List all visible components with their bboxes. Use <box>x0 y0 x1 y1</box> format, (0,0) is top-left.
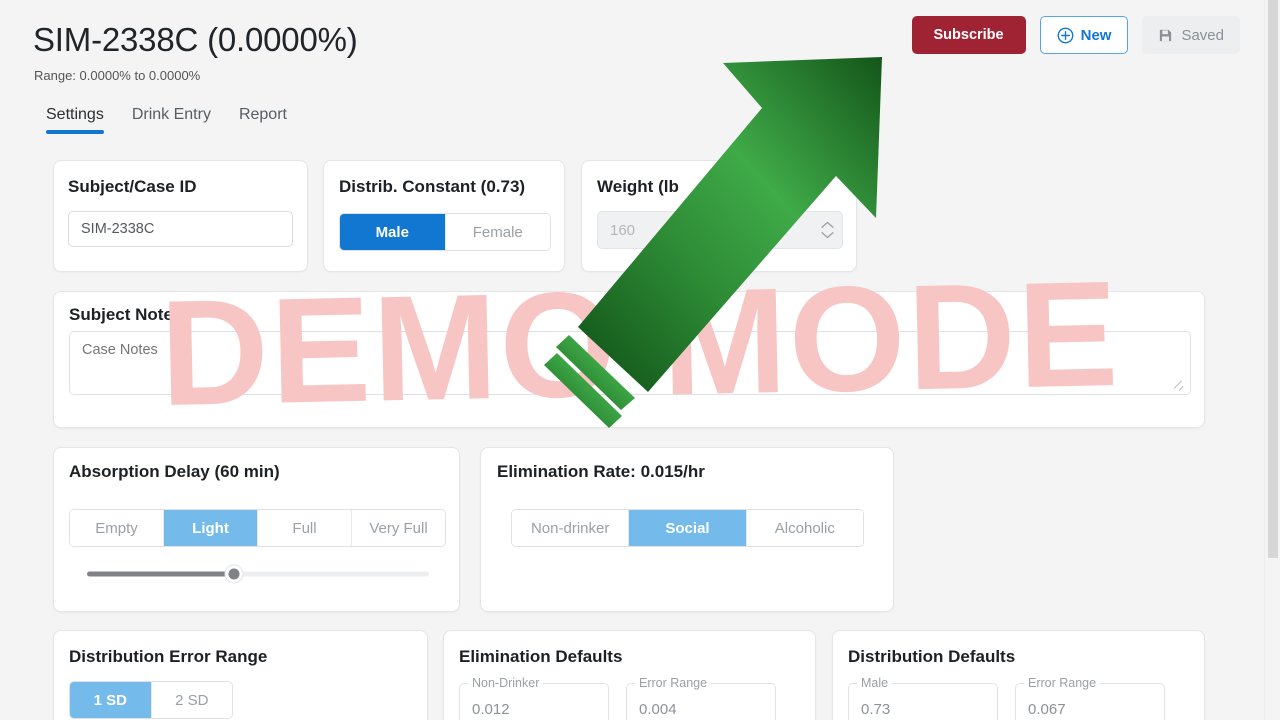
weight-input[interactable]: 160 <box>597 211 843 249</box>
saved-button-label: Saved <box>1181 26 1224 44</box>
distribution-defaults-title: Distribution Defaults <box>848 647 1016 666</box>
dist-male-value: 0.73 <box>861 701 891 718</box>
tab-drink-entry[interactable]: Drink Entry <box>132 106 211 134</box>
dist-male-label: Male <box>857 676 893 690</box>
drinker-option-alcoholic[interactable]: Alcoholic <box>746 510 863 546</box>
weight-stepper[interactable] <box>821 221 834 239</box>
drinker-option-social[interactable]: Social <box>629 510 747 546</box>
gender-segmented-control: Male Female <box>339 213 551 251</box>
absorption-delay-slider[interactable] <box>87 564 429 584</box>
elim-non-drinker-field[interactable]: Non-Drinker 0.012 <box>459 676 609 720</box>
sd-option-1sd[interactable]: 1 SD <box>70 682 152 718</box>
elim-error-range-field[interactable]: Error Range 0.004 <box>626 676 776 720</box>
elim-non-drinker-label: Non-Drinker <box>468 676 544 690</box>
new-button[interactable]: New <box>1039 16 1129 54</box>
absorption-option-light[interactable]: Light <box>164 510 258 546</box>
absorption-option-empty[interactable]: Empty <box>70 510 164 546</box>
elim-error-range-value: 0.004 <box>639 701 677 718</box>
dist-error-range-field[interactable]: Error Range 0.067 <box>1015 676 1165 720</box>
plus-circle-icon <box>1057 27 1074 44</box>
saved-button[interactable]: Saved <box>1142 16 1240 54</box>
dist-male-field[interactable]: Male 0.73 <box>848 676 998 720</box>
weight-value: 160 <box>610 221 636 239</box>
elimination-defaults-title: Elimination Defaults <box>459 647 623 666</box>
vertical-scrollbar-thumb[interactable] <box>1268 0 1278 558</box>
elimination-rate-title: Elimination Rate: 0.015/hr <box>497 462 705 481</box>
app-root: DEMO MODE SIM-2338C (0.0000%) Range: 0.0… <box>0 0 1280 720</box>
chevron-down-icon <box>821 232 834 239</box>
weight-card: Weight (lb 160 <box>581 160 857 272</box>
distribution-defaults-card: Distribution Defaults Male 0.73 Error Ra… <box>832 630 1205 720</box>
elimination-rate-card: Elimination Rate: 0.015/hr Non-drinker S… <box>480 447 894 612</box>
elim-error-range-label: Error Range <box>635 676 712 690</box>
sd-option-2sd[interactable]: 2 SD <box>151 682 232 718</box>
header-actions: Subscribe New Saved <box>911 16 1240 54</box>
distribution-error-range-card: Distribution Error Range 1 SD 2 SD <box>53 630 428 720</box>
elimination-defaults-card: Elimination Defaults Non-Drinker 0.012 E… <box>443 630 816 720</box>
subject-case-id-title: Subject/Case ID <box>68 177 197 196</box>
drinker-option-non-drinker[interactable]: Non-drinker <box>512 510 630 546</box>
distribution-error-range-title: Distribution Error Range <box>69 647 268 666</box>
dist-error-range-label: Error Range <box>1024 676 1101 690</box>
gender-option-male[interactable]: Male <box>340 214 446 250</box>
page-title: SIM-2338C (0.0000%) <box>33 21 358 58</box>
absorption-option-very-full[interactable]: Very Full <box>352 510 445 546</box>
subject-case-id-card: Subject/Case ID <box>53 160 308 272</box>
slider-fill <box>87 571 235 577</box>
floppy-disk-icon <box>1158 28 1173 43</box>
distrib-constant-title: Distrib. Constant (0.73) <box>339 177 526 196</box>
slider-thumb[interactable] <box>225 565 243 583</box>
vertical-scrollbar-track[interactable] <box>1264 0 1280 720</box>
elim-non-drinker-value: 0.012 <box>472 701 510 718</box>
tab-bar: Settings Drink Entry Report <box>46 106 287 134</box>
subject-notes-title: Subject Notes <box>69 305 183 324</box>
subject-notes-textarea[interactable] <box>69 331 1191 395</box>
gender-option-female[interactable]: Female <box>445 214 550 250</box>
bac-range-text: Range: 0.0000% to 0.0000% <box>34 68 201 83</box>
dist-error-range-value: 0.067 <box>1028 701 1066 718</box>
new-button-label: New <box>1080 26 1112 44</box>
absorption-delay-card: Absorption Delay (60 min) Empty Light Fu… <box>53 447 460 612</box>
tab-settings[interactable]: Settings <box>46 106 104 134</box>
drinker-type-segmented-control: Non-drinker Social Alcoholic <box>511 509 864 547</box>
absorption-delay-title: Absorption Delay (60 min) <box>69 462 280 481</box>
chevron-up-icon <box>821 221 834 228</box>
subject-notes-card: Subject Notes <box>53 291 1205 428</box>
tab-report[interactable]: Report <box>239 106 287 134</box>
absorption-segmented-control: Empty Light Full Very Full <box>69 509 446 547</box>
absorption-option-full[interactable]: Full <box>258 510 352 546</box>
subscribe-button[interactable]: Subscribe <box>911 16 1026 54</box>
distrib-constant-card: Distrib. Constant (0.73) Male Female <box>323 160 565 272</box>
sd-segmented-control: 1 SD 2 SD <box>69 681 233 719</box>
weight-title: Weight (lb <box>597 177 679 196</box>
subject-case-id-input[interactable] <box>68 211 293 247</box>
